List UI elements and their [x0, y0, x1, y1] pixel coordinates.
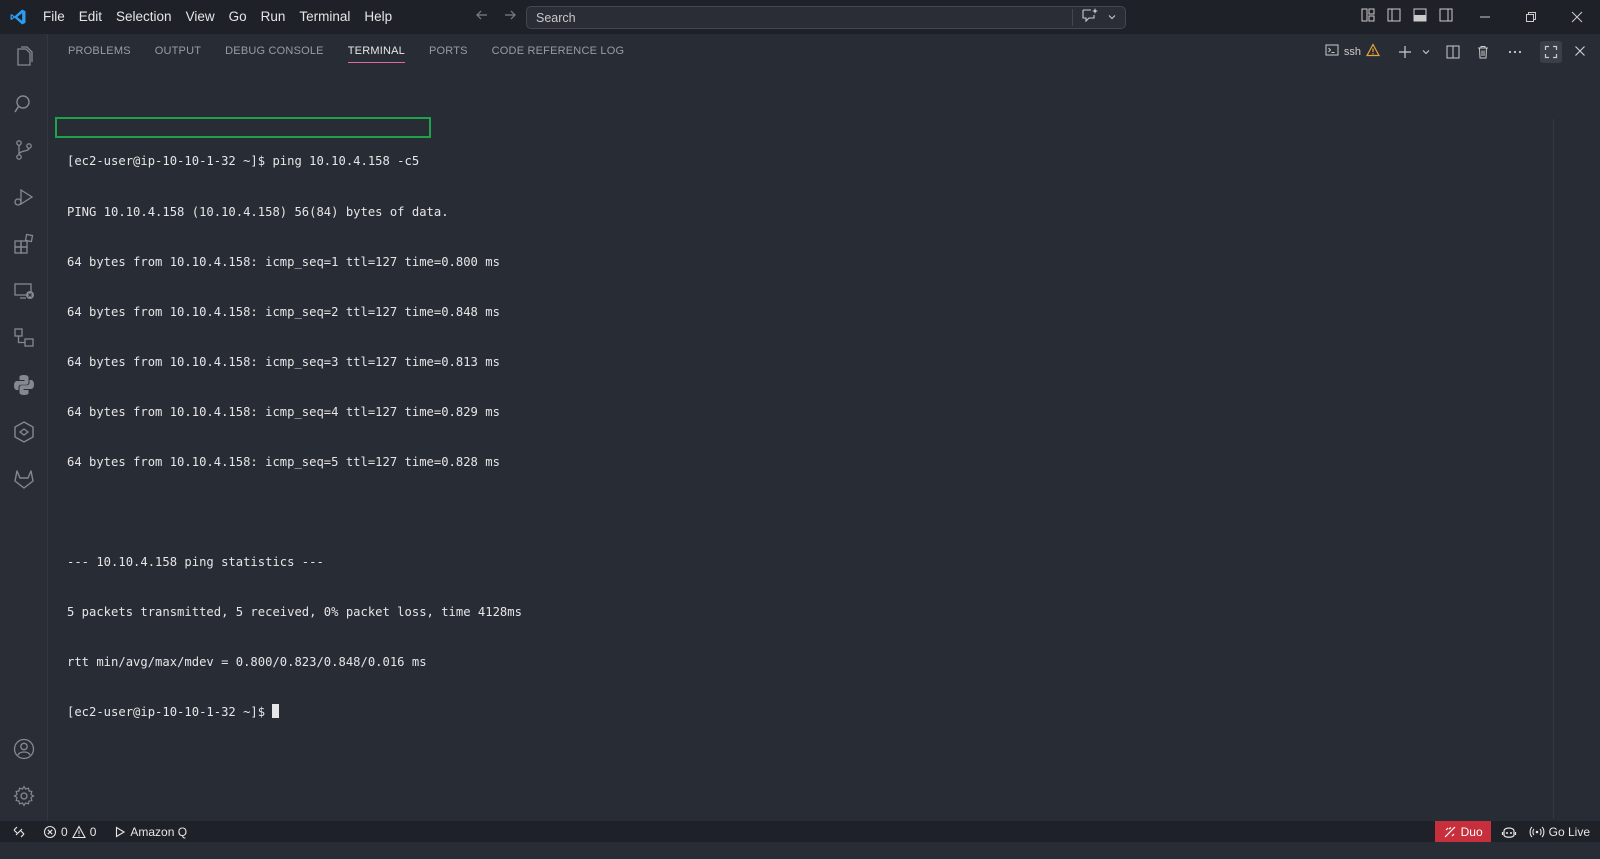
terminal-line: --- 10.10.4.158 ping statistics --- — [67, 555, 324, 570]
bottom-strip — [0, 842, 1600, 859]
close-panel-icon[interactable] — [1572, 43, 1588, 64]
menu-bar: File Edit Selection View Go Run Terminal… — [36, 0, 399, 34]
panel-actions: ssh — [1321, 34, 1562, 69]
run-debug-icon[interactable] — [0, 174, 48, 220]
menu-view[interactable]: View — [179, 0, 222, 34]
terminal-selector[interactable]: ssh — [1321, 41, 1384, 63]
title-bar: File Edit Selection View Go Run Terminal… — [0, 0, 1600, 34]
terminal-prompt: [ec2-user@ip-10-10-1-32 ~]$ — [67, 705, 273, 720]
restore-icon[interactable] — [1508, 0, 1554, 34]
layout-controls — [1360, 0, 1454, 34]
toggle-secondary-sidebar-icon[interactable] — [1438, 7, 1454, 28]
menu-go[interactable]: Go — [222, 0, 254, 34]
python-icon[interactable] — [0, 362, 48, 408]
menu-file[interactable]: File — [36, 0, 72, 34]
terminal-line: 64 bytes from 10.10.4.158: icmp_seq=5 tt… — [67, 454, 500, 469]
terminal-output[interactable]: [ec2-user@ip-10-10-1-32 ~]$ ping 10.10.4… — [67, 120, 1547, 738]
menu-selection[interactable]: Selection — [109, 0, 179, 34]
forward-arrow-icon[interactable] — [502, 7, 518, 28]
terminal-line: [ec2-user@ip-10-10-1-32 ~]$ ping 10.10.4… — [67, 154, 420, 169]
maximize-panel-icon[interactable] — [1540, 40, 1562, 63]
accounts-icon[interactable] — [0, 726, 48, 772]
split-terminal-icon[interactable] — [1442, 41, 1464, 63]
tab-debug-console[interactable]: DEBUG CONSOLE — [213, 34, 336, 69]
tab-output[interactable]: OUTPUT — [143, 34, 213, 69]
tab-terminal[interactable]: TERMINAL — [336, 34, 417, 69]
terminal-line: 5 packets transmitted, 5 received, 0% pa… — [67, 605, 522, 620]
close-window-icon[interactable] — [1554, 0, 1600, 34]
chat-sparkle-icon[interactable] — [1081, 7, 1099, 28]
tab-problems[interactable]: PROBLEMS — [48, 34, 143, 69]
error-icon — [43, 825, 57, 838]
go-live-label: Go Live — [1548, 824, 1590, 839]
terminal-icon — [1325, 43, 1339, 60]
source-control-icon[interactable] — [0, 127, 48, 173]
amazon-q-status[interactable]: Amazon Q — [107, 821, 194, 842]
menu-run[interactable]: Run — [254, 0, 293, 34]
terminal-scrollbar[interactable] — [1553, 119, 1568, 819]
terminal-line: rtt min/avg/max/mdev = 0.800/0.823/0.848… — [67, 655, 427, 670]
problems-indicator[interactable]: 0 0 — [36, 821, 103, 842]
settings-gear-icon[interactable] — [0, 773, 48, 819]
warning-icon — [71, 824, 86, 838]
minimize-icon[interactable] — [1462, 0, 1508, 34]
gitlab-icon[interactable] — [0, 456, 48, 502]
terminal-prompt-line: [ec2-user@ip-10-10-1-32 ~]$ — [67, 704, 1547, 721]
search-placeholder: Search — [536, 10, 576, 25]
explorer-icon[interactable] — [0, 34, 48, 80]
terminal-name: ssh — [1343, 45, 1361, 58]
chevron-down-icon[interactable] — [1420, 41, 1432, 63]
menu-help[interactable]: Help — [357, 0, 399, 34]
broadcast-icon — [1529, 826, 1545, 837]
copilot-status[interactable] — [1491, 821, 1527, 842]
warning-icon — [1365, 43, 1381, 60]
terminal-line: 64 bytes from 10.10.4.158: icmp_seq=3 tt… — [67, 354, 500, 369]
remote-explorer-icon[interactable] — [0, 268, 48, 314]
terminal-cursor — [272, 704, 280, 719]
terminal-line: PING 10.10.4.158 (10.10.4.158) 56(84) by… — [67, 204, 449, 219]
warning-count: 0 — [89, 824, 97, 839]
remote-indicator[interactable] — [0, 821, 36, 842]
new-terminal-plus-icon[interactable] — [1394, 41, 1416, 63]
window-controls — [1462, 0, 1600, 34]
duo-label: Duo — [1460, 824, 1483, 839]
toggle-primary-sidebar-icon[interactable] — [1386, 7, 1402, 28]
more-actions-icon[interactable] — [1504, 41, 1526, 63]
menu-terminal[interactable]: Terminal — [292, 0, 357, 34]
toggle-panel-icon[interactable] — [1412, 7, 1428, 28]
remote-icon — [13, 826, 25, 837]
copilot-icon — [1501, 826, 1516, 838]
terminal-line: 64 bytes from 10.10.4.158: icmp_seq=4 tt… — [67, 404, 500, 419]
trash-icon[interactable] — [1472, 41, 1494, 63]
go-live-button[interactable]: Go Live — [1527, 821, 1600, 842]
search-icon[interactable] — [0, 81, 48, 127]
flow-diagram-icon[interactable] — [0, 315, 48, 361]
tab-ports[interactable]: PORTS — [417, 34, 480, 69]
vscode-logo-icon — [0, 0, 36, 34]
search-tools — [1072, 7, 1125, 28]
duo-slash-icon — [1444, 826, 1456, 837]
status-bar: 0 0 Amazon Q Duo Go Live — [0, 821, 1600, 842]
chevron-down-icon[interactable] — [1107, 9, 1117, 27]
back-arrow-icon[interactable] — [474, 7, 490, 28]
activity-bar — [0, 34, 48, 838]
duo-status[interactable]: Duo — [1434, 821, 1491, 842]
play-icon — [116, 826, 126, 837]
navigation-arrows — [474, 0, 518, 34]
kubernetes-hex-icon[interactable] — [0, 409, 48, 455]
amazon-q-label: Amazon Q — [130, 824, 188, 839]
menu-edit[interactable]: Edit — [72, 0, 109, 34]
error-count: 0 — [61, 824, 68, 839]
command-center-search[interactable]: Search — [526, 6, 1126, 29]
panel-header: PROBLEMS OUTPUT DEBUG CONSOLE TERMINAL P… — [48, 34, 1600, 69]
terminal-line: 64 bytes from 10.10.4.158: icmp_seq=2 tt… — [67, 304, 500, 319]
tab-code-reference-log[interactable]: CODE REFERENCE LOG — [480, 34, 637, 69]
extensions-icon[interactable] — [0, 221, 48, 267]
customize-layout-icon[interactable] — [1360, 7, 1376, 28]
terminal-line: 64 bytes from 10.10.4.158: icmp_seq=1 tt… — [67, 254, 500, 269]
